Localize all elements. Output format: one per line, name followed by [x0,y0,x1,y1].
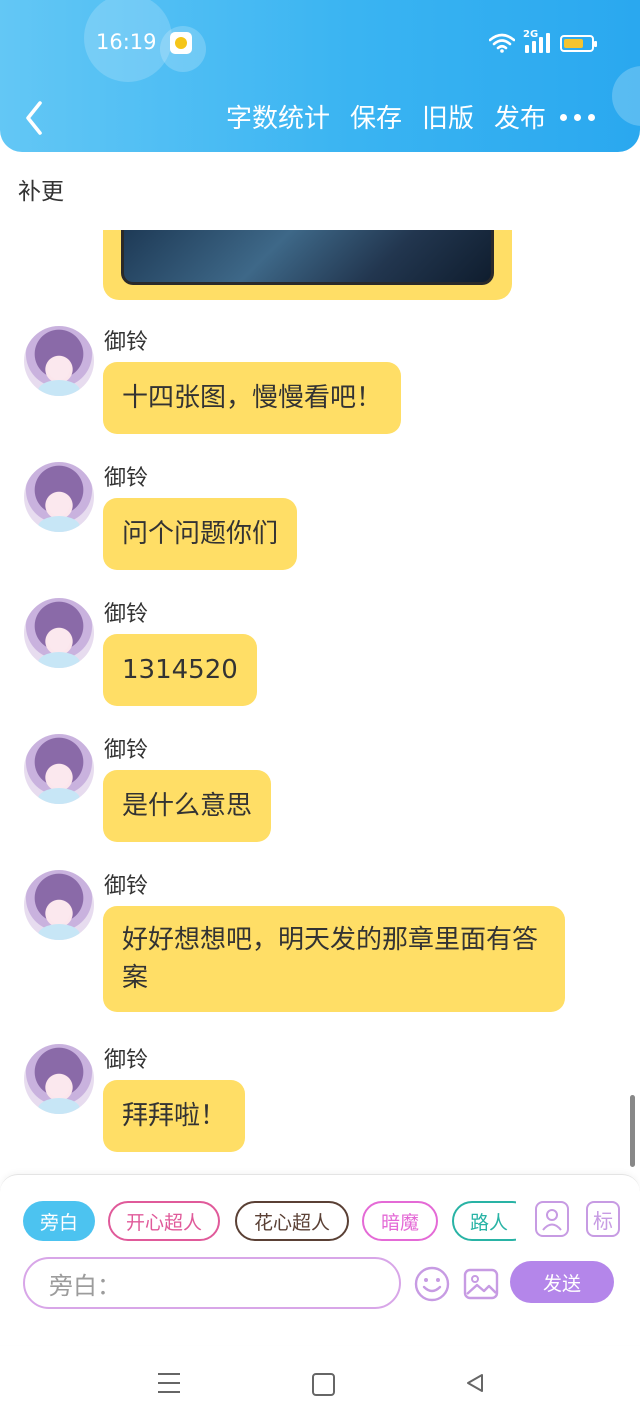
menu-icon[interactable] [158,1373,180,1393]
insert-image-button[interactable] [463,1266,499,1302]
emoji-button[interactable] [413,1265,451,1303]
shared-image[interactable] [121,230,494,285]
more-dot-icon [588,113,595,121]
wifi-icon [489,33,515,53]
send-button[interactable]: 发送 [510,1261,614,1303]
role-chip-passerby-label: 路人 [470,1211,509,1234]
message-bubble[interactable]: 十四张图，慢慢看吧！ [103,362,402,434]
word-count-button[interactable]: 字数统计 [226,100,330,138]
system-nav-bar [0,1346,640,1422]
message-bubble[interactable]: 1314520 [103,634,257,706]
user-icon [542,1209,562,1231]
home-icon[interactable] [312,1373,335,1396]
role-chip-playful-superman[interactable]: 花心超人 [235,1201,349,1241]
role-chip-passerby[interactable]: 路人 [452,1201,516,1241]
notification-app-icon [170,32,192,54]
avatar[interactable] [24,734,94,804]
sender-name: 御铃 [104,1048,149,1073]
avatar[interactable] [24,326,94,396]
sender-name: 御铃 [104,330,149,355]
avatar[interactable] [24,1044,94,1114]
battery-icon [560,34,597,52]
role-chip-dark-demon[interactable]: 暗魔 [362,1201,438,1241]
avatar[interactable] [24,870,94,940]
status-time: 16:19 [96,30,157,54]
scrollbar[interactable] [630,1095,635,1167]
sender-name: 御铃 [104,466,149,491]
more-options-button[interactable] [560,104,600,130]
role-chip-narrator[interactable]: 旁白 [23,1201,95,1241]
role-chip-happy-superman[interactable]: 开心超人 [108,1201,220,1241]
avatar[interactable] [24,462,94,532]
back-triangle-icon[interactable] [464,1372,486,1394]
chevron-left-icon [26,101,42,135]
header-actions: 字数统计 保存 旧版 发布 [226,100,546,138]
top-header: 16:19 2G 字数统计 保存 旧版 发布 [0,0,640,152]
status-indicators: 2G [489,29,597,56]
save-button[interactable]: 保存 [350,100,402,138]
network-type-label: 2G [523,29,539,40]
sender-name: 御铃 [104,738,149,763]
message-bubble[interactable]: 是什么意思 [103,770,272,842]
message-bubble[interactable]: 问个问题你们 [103,498,298,570]
back-button[interactable] [20,98,54,138]
sender-name: 御铃 [104,874,149,899]
avatar[interactable] [24,598,94,668]
image-icon [463,1268,499,1300]
publish-button[interactable]: 发布 [494,100,546,138]
message-input[interactable]: 旁白： [23,1257,401,1309]
add-role-button[interactable] [535,1201,569,1237]
sender-name: 御铃 [104,602,149,627]
chapter-title: 补更 [18,179,64,205]
mark-button[interactable]: 标 [586,1201,620,1237]
cellular-signal-icon: 2G [523,29,550,53]
role-chip-clip: 路人 [452,1197,516,1245]
input-panel: 旁白 开心超人 花心超人 暗魔 路人 标 旁白： 发送 [0,1174,640,1345]
old-version-button[interactable]: 旧版 [422,100,474,138]
image-message-card[interactable] [103,230,512,300]
more-dot-icon [574,113,581,121]
more-dot-icon [560,113,567,121]
decorative-bubble [612,66,640,126]
battery-level [564,38,583,48]
smiley-icon [414,1266,450,1302]
message-bubble[interactable]: 拜拜啦！ [103,1080,246,1152]
message-bubble[interactable]: 好好想想吧，明天发的那章里面有答案 [103,906,565,1012]
